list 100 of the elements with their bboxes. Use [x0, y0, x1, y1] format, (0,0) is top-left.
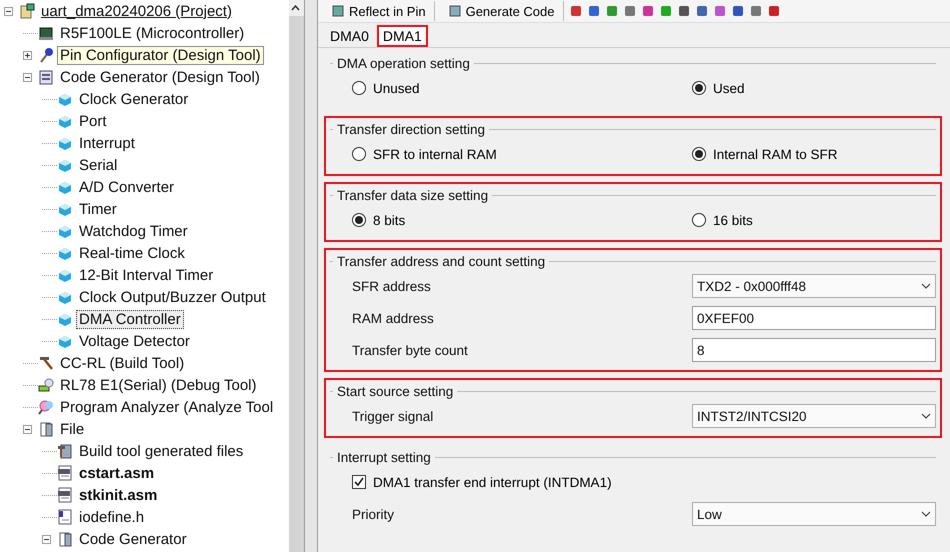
tree-item[interactable]: uart_dma20240206 (Project): [38, 2, 235, 20]
tree-item[interactable]: Build tool generated files: [76, 442, 246, 460]
tree-item[interactable]: 12-Bit Interval Timer: [76, 266, 216, 284]
radio-option[interactable]: Used: [692, 80, 936, 96]
tree-item[interactable]: CC-RL (Build Tool): [57, 354, 188, 372]
tree-item[interactable]: Port: [76, 112, 110, 130]
file-icon: [57, 465, 73, 481]
radio-option[interactable]: Unused: [352, 80, 692, 96]
tree-item[interactable]: cstart.asm: [76, 464, 158, 482]
tree-item[interactable]: Program Analyzer (Analyze Tool: [57, 398, 276, 416]
cube-icon: [57, 311, 73, 327]
input-field[interactable]: 8: [692, 338, 936, 362]
tab[interactable]: DMA1: [376, 25, 428, 47]
tree-item[interactable]: Code Generator (Design Tool): [57, 68, 263, 86]
group-title: Transfer address and count setting: [337, 254, 546, 268]
toolbar-icon[interactable]: [588, 5, 600, 17]
expander-icon[interactable]: [23, 424, 32, 434]
caret-icon: [921, 511, 931, 517]
tree-item[interactable]: Watchdog Timer: [76, 222, 191, 240]
expander-icon[interactable]: [4, 6, 13, 16]
dropdown[interactable]: INTST2/INTCSI20: [692, 404, 936, 428]
expander-icon[interactable]: [23, 72, 32, 82]
tree-item[interactable]: Clock Output/Buzzer Output: [76, 288, 269, 306]
radio-option[interactable]: 8 bits: [352, 212, 692, 228]
radio-option[interactable]: SFR to internal RAM: [352, 146, 692, 162]
cube-icon: [57, 267, 73, 283]
group-title: Transfer direction setting: [337, 122, 486, 136]
tree-item[interactable]: File: [57, 420, 88, 438]
radio-button[interactable]: [352, 81, 366, 95]
toolbar-button[interactable]: Generate Code: [440, 1, 564, 21]
group-title: Start source setting: [337, 384, 454, 398]
tool-icon: [19, 3, 35, 19]
cube-icon: [57, 333, 73, 349]
tree-item[interactable]: Real-time Clock: [76, 244, 188, 262]
file-icon: [57, 509, 73, 525]
cube-icon: [57, 113, 73, 129]
toolbar-icon: [332, 5, 344, 17]
file-icon: [57, 487, 73, 503]
tool-icon: [38, 377, 54, 393]
toolbar-icon[interactable]: [714, 5, 726, 17]
tree-item[interactable]: DMA Controller: [76, 310, 184, 328]
tool-icon: [38, 399, 54, 415]
expander-icon[interactable]: [42, 534, 51, 544]
cube-icon: [57, 201, 73, 217]
radio-button[interactable]: [692, 81, 706, 95]
tab[interactable]: DMA0: [324, 25, 375, 47]
cube-icon: [57, 135, 73, 151]
toolbar-icon[interactable]: [642, 5, 654, 17]
toolbar-icon: [448, 5, 461, 17]
field-label: Priority: [352, 506, 396, 522]
tree-item[interactable]: Clock Generator: [76, 90, 192, 108]
dropdown[interactable]: Low: [692, 502, 936, 526]
radio-option[interactable]: Internal RAM to SFR: [692, 146, 936, 162]
scrollbar[interactable]: [289, 0, 304, 552]
cube-icon: [57, 223, 73, 239]
field-label: Transfer byte count: [352, 342, 469, 358]
tree-item[interactable]: stkinit.asm: [76, 486, 160, 504]
tree-item[interactable]: RL78 E1(Serial) (Debug Tool): [57, 376, 260, 394]
group-title: DMA operation setting: [337, 56, 470, 70]
radio-button[interactable]: [692, 213, 706, 227]
pin-icon: [38, 47, 54, 63]
tree-item[interactable]: Voltage Detector: [76, 332, 193, 350]
input-field[interactable]: 0XFEF00: [692, 306, 936, 330]
toolbar-icon[interactable]: [732, 5, 744, 17]
hammer-icon: [38, 355, 54, 371]
toolbar-icon[interactable]: [678, 5, 690, 17]
field-label: RAM address: [352, 310, 435, 326]
checkbox-option[interactable]: DMA1 transfer end interrupt (INTDMA1): [352, 474, 936, 490]
dropdown[interactable]: TXD2 - 0x000fff48: [692, 274, 936, 298]
folder-icon: [38, 421, 54, 437]
tree-item[interactable]: Timer: [76, 200, 120, 218]
checkbox[interactable]: [352, 475, 366, 489]
tree-item[interactable]: R5F100LE (Microcontroller): [57, 24, 248, 42]
toolbar-icon[interactable]: [570, 5, 582, 17]
field-label: SFR address: [352, 278, 432, 294]
group-title: Transfer data size setting: [337, 188, 488, 202]
tree-item[interactable]: Pin Configurator (Design Tool): [57, 46, 264, 64]
toolbar-button[interactable]: Reflect in Pin: [324, 1, 435, 21]
radio-button[interactable]: [352, 213, 366, 227]
toolbar-icon[interactable]: [606, 5, 618, 17]
scroll-up-icon[interactable]: [290, 5, 300, 11]
expander-icon[interactable]: [23, 50, 32, 60]
tree-item[interactable]: iodefine.h: [76, 508, 148, 526]
cube-icon: [57, 289, 73, 305]
toolbar-icon[interactable]: [750, 5, 762, 17]
tree-item[interactable]: Interrupt: [76, 134, 138, 152]
radio-button[interactable]: [692, 147, 706, 161]
folder-icon: [57, 531, 73, 547]
cube-icon: [57, 91, 73, 107]
radio-button[interactable]: [352, 147, 366, 161]
tree-item[interactable]: Code Generator: [76, 530, 190, 548]
tree-item[interactable]: Serial: [76, 156, 120, 174]
tree-item[interactable]: A/D Converter: [76, 178, 178, 196]
radio-option[interactable]: 16 bits: [692, 212, 936, 228]
cube-icon: [57, 245, 73, 261]
toolbar-icon[interactable]: [768, 5, 780, 17]
toolbar-icon[interactable]: [696, 5, 708, 17]
toolbar-icon[interactable]: [660, 5, 672, 17]
toolbar-icon[interactable]: [624, 5, 636, 17]
caret-icon: [921, 283, 931, 289]
